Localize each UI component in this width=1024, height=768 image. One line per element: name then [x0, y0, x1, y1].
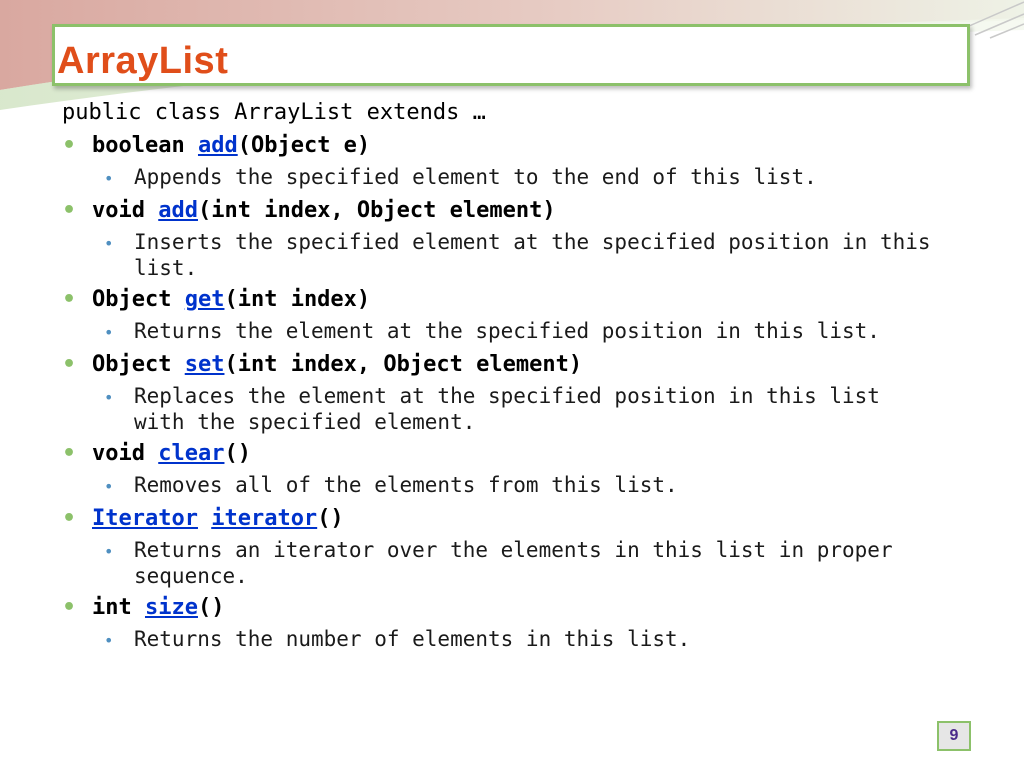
method-description: • Returns an iterator over the elements i…	[104, 537, 962, 589]
method-params: ()	[317, 506, 344, 531]
sub-bullet-icon: •	[104, 631, 114, 650]
sub-bullet-icon: •	[104, 542, 114, 561]
method-params: ()	[197, 595, 225, 620]
return-type: int	[92, 595, 145, 620]
method-description: • Replaces the element at the specified p…	[104, 383, 962, 435]
sub-bullet-icon: •	[104, 323, 114, 342]
bullet-icon: •	[62, 441, 77, 466]
return-type-link[interactable]: Iterator	[92, 506, 198, 531]
method-name-link[interactable]: size	[145, 595, 198, 620]
description-text: Appends the specified element to the end…	[134, 165, 817, 189]
return-type: Object	[92, 352, 185, 377]
method-name-link[interactable]: get	[185, 287, 225, 312]
method-signature: • void add(int index, Object element)	[62, 195, 962, 226]
method-params: (int index, Object element)	[197, 198, 556, 223]
method-signature: • int size()	[62, 592, 962, 623]
class-declaration: public class ArrayList extends …	[62, 100, 486, 125]
signature-text: int size()	[92, 592, 224, 623]
method-params: (int index)	[224, 287, 371, 312]
method-description: • Returns the element at the specified po…	[104, 318, 962, 346]
return-type: void	[92, 441, 159, 466]
bullet-icon: •	[62, 595, 77, 620]
method-signature: • void clear()	[62, 438, 962, 469]
signature-text: boolean add(Object e)	[92, 130, 370, 161]
description-text: Returns the number of elements in this l…	[134, 627, 691, 651]
slide-content: public class ArrayList extends … • boolea…	[62, 97, 962, 657]
method-params: (int index, Object element)	[224, 352, 583, 377]
description-text: Returns an iterator over the elements in…	[134, 538, 893, 588]
title-box: ArrayList	[52, 24, 970, 86]
method-name-link[interactable]: add	[198, 133, 238, 158]
sub-bullet-icon: •	[104, 477, 114, 496]
method-signature: • Object get(int index)	[62, 284, 962, 315]
method-params: ()	[224, 441, 251, 466]
method-signature: • Iterator iterator()	[62, 503, 962, 534]
method-name-link[interactable]: clear	[158, 441, 224, 466]
method-signature: • boolean add(Object e)	[62, 130, 962, 161]
signature-text: Object get(int index)	[92, 284, 370, 315]
method-description: • Appends the specified element to the en…	[104, 164, 962, 192]
signature-text: Object set(int index, Object element)	[92, 349, 582, 380]
method-name-link[interactable]: iterator	[211, 506, 317, 531]
method-list: • boolean add(Object e) • Appends the speci…	[62, 130, 962, 654]
page-number: 9	[937, 721, 971, 751]
bullet-icon: •	[62, 287, 77, 312]
description-text: Replaces the element at the specified po…	[134, 384, 880, 434]
bullet-icon: •	[62, 506, 77, 531]
method-description: • Inserts the specified element at the sp…	[104, 229, 962, 281]
return-type: boolean	[92, 133, 198, 158]
method-description: • Returns the number of elements in this …	[104, 626, 962, 654]
signature-text: void add(int index, Object element)	[92, 195, 556, 226]
method-params: (Object e)	[237, 133, 371, 158]
method-signature: • Object set(int index, Object element)	[62, 349, 962, 380]
description-text: Inserts the specified element at the spe…	[134, 230, 931, 280]
method-description: • Removes all of the elements from this l…	[104, 472, 962, 500]
bullet-icon: •	[62, 133, 77, 158]
description-text: Removes all of the elements from this li…	[134, 473, 678, 497]
bullet-icon: •	[62, 352, 77, 377]
return-type: Object	[92, 287, 185, 312]
method-name-link[interactable]: set	[185, 352, 225, 377]
description-text: Returns the element at the specified pos…	[134, 319, 880, 343]
method-name-link[interactable]: add	[158, 198, 198, 223]
sub-bullet-icon: •	[104, 234, 114, 253]
signature-text: void clear()	[92, 438, 251, 469]
signature-text: Iterator iterator()	[92, 503, 344, 534]
sub-bullet-icon: •	[104, 388, 114, 407]
return-type: void	[92, 198, 159, 223]
slide-title: ArrayList	[57, 40, 229, 82]
bullet-icon: •	[62, 198, 77, 223]
sub-bullet-icon: •	[104, 169, 114, 188]
